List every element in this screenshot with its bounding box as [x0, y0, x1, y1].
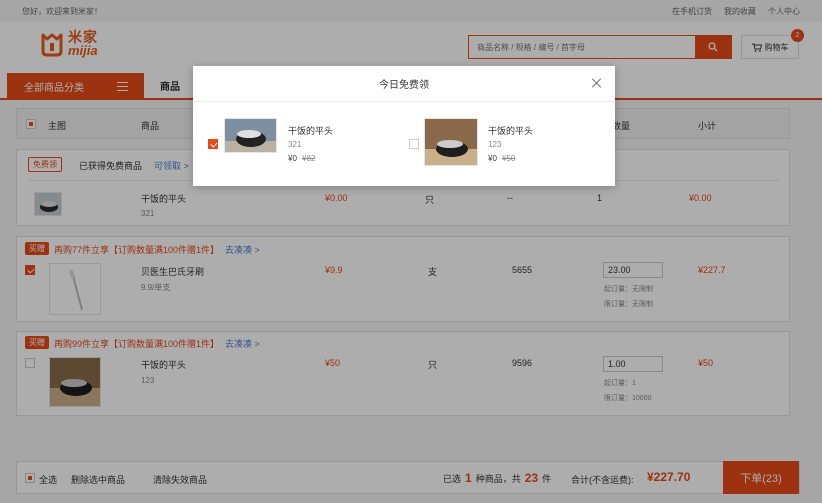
modal-item-image-2	[424, 118, 478, 166]
modal-title: 今日免费领	[193, 66, 615, 102]
modal-item-name-2: 干饭的平头	[488, 126, 534, 136]
modal-item-original-1: ¥82	[302, 154, 316, 163]
honey-badger-thumbnail	[425, 119, 477, 165]
modal-item-checkbox-2[interactable]	[409, 139, 419, 149]
modal-item-spec-1: 321	[288, 140, 302, 149]
close-icon[interactable]	[591, 77, 603, 89]
modal-item-spec-2: 123	[488, 140, 502, 149]
modal-item-original-2: ¥50	[502, 154, 516, 163]
free-gift-modal: 今日免费领 干饭的平头 321 ¥0 ¥82 干饭的平头 123 ¥0 ¥50	[193, 66, 615, 186]
modal-item-price-1: ¥0	[288, 154, 297, 163]
modal-item-name-1: 干饭的平头	[288, 126, 334, 136]
modal-item-price-2: ¥0	[488, 154, 497, 163]
modal-item-image-1	[224, 118, 277, 153]
modal-item-checkbox-1[interactable]	[208, 139, 218, 149]
honey-badger-thumbnail	[225, 119, 276, 152]
